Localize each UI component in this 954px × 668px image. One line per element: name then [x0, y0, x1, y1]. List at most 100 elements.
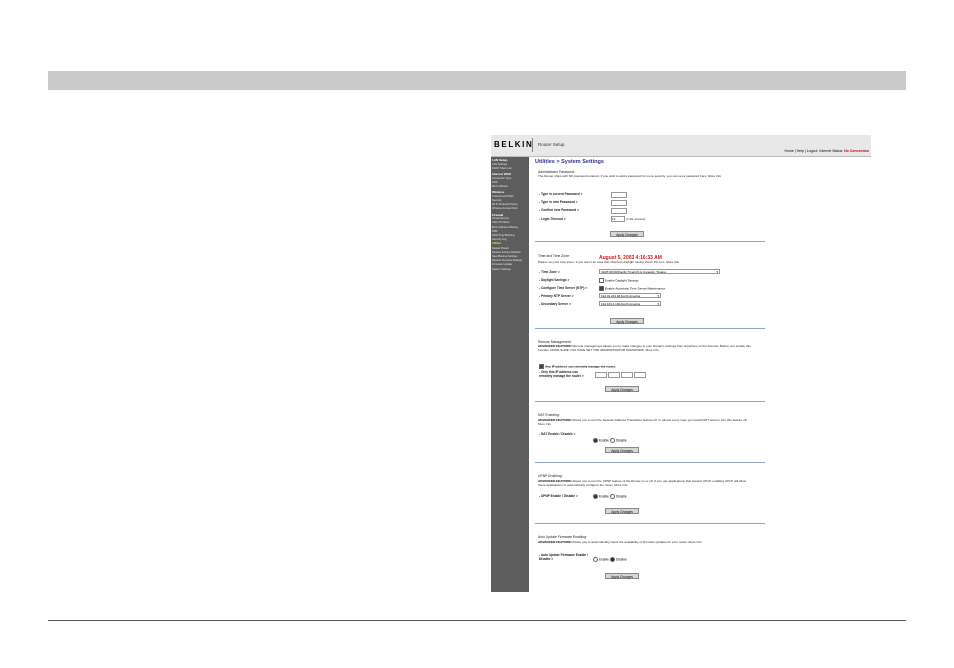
apply-changes-button-remote[interactable]: Apply Changes [605, 386, 639, 392]
sidebar-item-client-ip-filters[interactable]: Client IP Filters [492, 221, 510, 224]
sidebar-item-restart-router[interactable]: Restart Router [492, 247, 509, 250]
firmware-more-link[interactable]: More Info [689, 540, 702, 544]
upnp-desc: ADVANCED FEATURE! Allows you to turn the… [538, 479, 753, 487]
nat-disable-label: Disable [616, 438, 627, 443]
sidebar-item-security-log[interactable]: Security Log [492, 238, 506, 241]
sidebar-item-restore-factory-defaults[interactable]: Restore Factory Defaults [492, 251, 521, 254]
any-ip-label: Any IP address can remotely manage the r… [545, 364, 616, 369]
apply-changes-button-firmware[interactable]: Apply Changes [605, 573, 639, 579]
page-title: Utilities > System Settings [535, 159, 604, 165]
bottom-rule [48, 620, 906, 621]
nat-label: - NAT Enable / Disable > [539, 432, 576, 436]
ip-octet-4-input[interactable] [634, 372, 646, 378]
upnp-label: - UPNP Enable / Disable > [539, 494, 578, 498]
remote-more-link[interactable]: More Info [646, 348, 659, 352]
checkbox-icon [599, 278, 604, 283]
sidebar-item-dmz[interactable]: DMZ [492, 230, 498, 233]
primary-ntp-select[interactable]: 192.43.244.18-North America ▾ [599, 293, 661, 298]
radio-icon [593, 557, 598, 562]
sidebar-item-virtual-servers[interactable]: Virtual Servers [492, 217, 509, 220]
apply-changes-button-admin[interactable]: Apply Changes [610, 231, 644, 237]
nat-enable-label: Enable [599, 438, 609, 443]
sidebar-item-connection-type[interactable]: Connection Type [492, 177, 511, 180]
only-ip-label-2: remotely manage the router > [539, 374, 584, 378]
sidebar-item-wan-ping-blocking[interactable]: WAN Ping Blocking [492, 234, 514, 237]
radio-selected-icon [610, 557, 615, 562]
radio-selected-icon [593, 438, 598, 443]
ntp-label: - Configure Time Server (NTP) > [539, 286, 588, 290]
checkbox-checked-icon [539, 364, 544, 369]
firmware-enable-label: Enable [599, 557, 609, 562]
primary-ntp-label: - Primary NTP Server > [539, 294, 574, 298]
ip-octet-2-input[interactable] [608, 372, 620, 378]
time-zone-value: (GMT-08:00)Pacific Time(US & Canada); Ti… [601, 270, 666, 274]
upnp-enable-label: Enable [599, 494, 609, 499]
new-password-input[interactable] [611, 200, 627, 206]
section-divider [535, 241, 765, 242]
sidebar-item-channel-and-ssid[interactable]: Channel and SSID [492, 195, 514, 198]
current-password-input[interactable] [611, 192, 627, 198]
time-zone-desc: Please set your time Zone. If you are in… [538, 260, 753, 264]
chevron-down-icon: ▾ [657, 302, 659, 306]
login-timeout-input[interactable]: 10 [611, 216, 625, 222]
daylight-savings-checkbox[interactable]: Enable Daylight Savings [599, 278, 639, 283]
time-zone-select[interactable]: (GMT-08:00)Pacific Time(US & Canada); Ti… [599, 269, 720, 274]
sidebar-item-wireless: Wireless [492, 190, 505, 195]
sidebar-item-dns[interactable]: DNS [492, 181, 497, 184]
current-password-label: - Type in current Password > [539, 192, 583, 196]
apply-changes-button-time[interactable]: Apply Changes [610, 318, 644, 324]
upnp-more-link[interactable]: More Info [614, 483, 627, 487]
advanced-feature-label: ADVANCED FEATURE! [538, 540, 572, 544]
sidebar-item-wi-fi-protected-setup[interactable]: Wi-Fi Protected Setup [492, 203, 517, 206]
ntp-checkbox[interactable]: Enable Automatic Time Server Maintenance [599, 286, 665, 291]
ip-octet-3-input[interactable] [621, 372, 633, 378]
internet-status-value: No Connection [844, 149, 869, 153]
ip-octet-1-input[interactable] [595, 372, 607, 378]
sidebar-item-save-backup-settings[interactable]: Save/Backup Settings [492, 255, 517, 258]
primary-ntp-value: 192.43.244.18-North America [601, 294, 641, 298]
radio-icon [610, 494, 615, 499]
upnp-enable-radio[interactable]: Enable [593, 494, 609, 499]
sidebar-item-utilities[interactable]: Utilities [492, 242, 501, 245]
internet-status-label: Internet Status: [819, 149, 844, 153]
logo-divider [532, 138, 533, 152]
firmware-desc: ADVANCED FEATURE! Allows you to automati… [538, 540, 753, 544]
sidebar-item-mac-address[interactable]: MAC Address [492, 185, 508, 188]
daylight-savings-label: - Daylight Savings > [539, 278, 570, 282]
firmware-enable-radio[interactable]: Enable [593, 557, 609, 562]
nat-more-link[interactable]: More Info [538, 422, 551, 426]
daylight-savings-option: Enable Daylight Savings [605, 278, 639, 283]
apply-changes-button-upnp[interactable]: Apply Changes [605, 508, 639, 514]
sidebar-item-system-settings[interactable]: System Settings [492, 268, 511, 271]
sidebar-item-restore-previous-settings[interactable]: Restore Previous Settings [492, 259, 522, 262]
any-ip-checkbox[interactable]: Any IP address can remotely manage the r… [539, 364, 616, 369]
sidebar-item-dhcp-client-list[interactable]: DHCP Client List [492, 167, 511, 170]
product-title: Router Setup [538, 142, 565, 147]
secondary-ntp-select[interactable]: 132.163.4.102-North America ▾ [599, 301, 661, 306]
top-banner-bar [48, 71, 906, 90]
confirm-password-label: - Confirm new Password > [539, 208, 579, 212]
sidebar-item-wireless-access-point[interactable]: Wireless Access Point [492, 207, 518, 210]
nat-enable-radio[interactable]: Enable [593, 438, 609, 443]
radio-selected-icon [593, 494, 598, 499]
secondary-ntp-label: - Secondary Server > [539, 302, 571, 306]
checkbox-checked-icon [599, 286, 604, 291]
nav-links[interactable]: Home | Help | Logout [784, 149, 817, 153]
sidebar-item-lan-settings[interactable]: LAN Settings [492, 163, 507, 166]
firmware-desc-text: Allows you to automatically check the av… [571, 540, 688, 544]
sidebar-item-mac-address-filtering[interactable]: MAC Address Filtering [492, 226, 518, 229]
sidebar-item-security[interactable]: Security [492, 199, 501, 202]
sidebar-item-internet-wan: Internet WAN [492, 172, 511, 176]
apply-changes-button-nat[interactable]: Apply Changes [605, 447, 639, 453]
upnp-disable-label: Disable [616, 494, 627, 499]
secondary-ntp-value: 132.163.4.102-North America [601, 302, 641, 306]
admin-more-link[interactable]: More Info [708, 174, 721, 178]
nat-disable-radio[interactable]: Disable [610, 438, 627, 443]
time-more-link[interactable]: More Info [666, 260, 679, 264]
sidebar-item-firmware-update[interactable]: Firmware Update [492, 263, 512, 266]
admin-password-desc: The Router ships with NO password entere… [538, 174, 753, 178]
confirm-password-input[interactable] [611, 208, 627, 214]
upnp-disable-radio[interactable]: Disable [610, 494, 627, 499]
remote-management-desc: ADVANCED FEATURE! Remote management allo… [538, 344, 753, 352]
firmware-disable-radio[interactable]: Disable [610, 557, 627, 562]
